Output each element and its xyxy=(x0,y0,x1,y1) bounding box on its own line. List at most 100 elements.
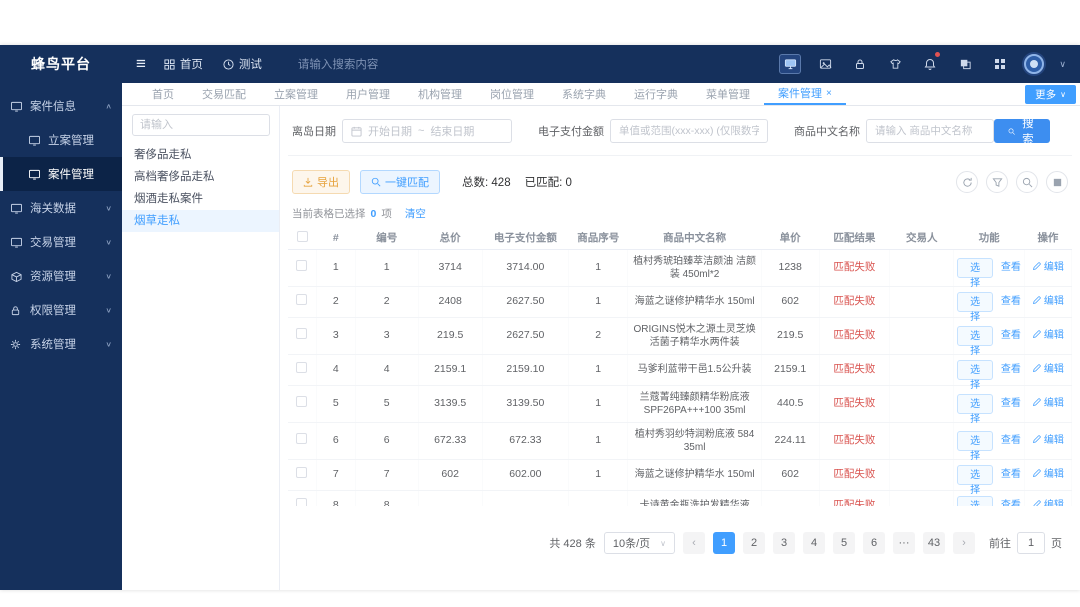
refresh-icon[interactable] xyxy=(956,171,978,193)
edit-link[interactable]: 编辑 xyxy=(1032,398,1064,409)
theme-icon[interactable] xyxy=(884,54,906,74)
tab-菜单管理[interactable]: 菜单管理 xyxy=(692,83,764,105)
edit-link[interactable]: 编辑 xyxy=(1032,296,1064,307)
select-all-checkbox[interactable] xyxy=(296,230,308,242)
row-checkbox[interactable] xyxy=(296,498,308,506)
monitor-icon[interactable] xyxy=(779,54,802,74)
sidebar-item-系统管理[interactable]: 系统管理 ∨ xyxy=(0,327,122,361)
view-link[interactable]: 查看 xyxy=(1001,295,1021,308)
copy-icon[interactable] xyxy=(954,54,976,74)
hamburger-icon[interactable]: ≡ xyxy=(136,54,146,74)
tab-岗位管理[interactable]: 岗位管理 xyxy=(476,83,548,105)
page-button-3[interactable]: 3 xyxy=(773,532,795,554)
case-category-高档奢侈品走私[interactable]: 高档奢侈品走私 xyxy=(122,166,279,188)
view-link[interactable]: 查看 xyxy=(1001,329,1021,342)
view-link[interactable]: 查看 xyxy=(1001,499,1021,506)
tab-立案管理[interactable]: 立案管理 xyxy=(260,83,332,105)
sidebar-item-交易管理[interactable]: 交易管理 ∨ xyxy=(0,225,122,259)
filter-icon[interactable] xyxy=(986,171,1008,193)
view-link[interactable]: 查看 xyxy=(1001,363,1021,376)
sidebar-item-label: 案件信息 xyxy=(30,101,76,113)
topnav-home[interactable]: 首页 xyxy=(164,56,203,72)
row-checkbox[interactable] xyxy=(296,328,308,339)
sidebar-item-立案管理[interactable]: 立案管理 xyxy=(0,123,122,157)
case-category-烟酒走私案件[interactable]: 烟酒走私案件 xyxy=(122,188,279,210)
product-name-input[interactable] xyxy=(866,119,994,143)
case-search-input[interactable] xyxy=(132,114,270,136)
prev-page-button[interactable]: ‹ xyxy=(683,532,705,554)
bell-icon[interactable] xyxy=(919,52,941,74)
tab-交易匹配[interactable]: 交易匹配 xyxy=(188,83,260,105)
close-icon[interactable]: × xyxy=(826,88,832,99)
tab-案件管理[interactable]: 案件管理 × xyxy=(764,83,846,105)
sidebar-item-案件管理[interactable]: 案件管理 xyxy=(0,157,122,191)
one-click-match-button[interactable]: 一键匹配 xyxy=(360,170,440,194)
sidebar-item-海关数据[interactable]: 海关数据 ∨ xyxy=(0,191,122,225)
zoom-icon[interactable] xyxy=(1016,171,1038,193)
edit-link[interactable]: 编辑 xyxy=(1032,330,1064,341)
view-link[interactable]: 查看 xyxy=(1001,261,1021,274)
tab-首页[interactable]: 首页 xyxy=(138,83,188,105)
next-page-button[interactable]: › xyxy=(953,532,975,554)
select-button[interactable]: 选择 xyxy=(957,495,993,506)
edit-link[interactable]: 编辑 xyxy=(1032,364,1064,375)
row-checkbox[interactable] xyxy=(296,260,308,271)
apps-icon[interactable] xyxy=(989,54,1011,74)
view-link[interactable]: 查看 xyxy=(1001,434,1021,447)
select-button[interactable]: 选择 xyxy=(957,430,993,462)
tab-用户管理[interactable]: 用户管理 xyxy=(332,83,404,105)
search-icon xyxy=(371,177,381,187)
edit-link[interactable]: 编辑 xyxy=(1032,435,1064,446)
select-button[interactable]: 选择 xyxy=(957,257,993,289)
cell-operation: 编辑 xyxy=(1024,490,1072,506)
select-button[interactable]: 选择 xyxy=(957,291,993,323)
case-category-奢侈品走私[interactable]: 奢侈品走私 xyxy=(122,144,279,166)
page-size-select[interactable]: 10条/页 ∨ xyxy=(603,532,675,554)
lock-icon[interactable] xyxy=(849,54,871,74)
select-button[interactable]: 选择 xyxy=(957,393,993,425)
row-checkbox[interactable] xyxy=(296,362,308,373)
clear-selection-link[interactable]: 清空 xyxy=(405,206,426,221)
sidebar-item-权限管理[interactable]: 权限管理 ∨ xyxy=(0,293,122,327)
avatar[interactable] xyxy=(1024,54,1045,74)
edit-link[interactable]: 编辑 xyxy=(1032,469,1064,480)
page-button-4[interactable]: 4 xyxy=(803,532,825,554)
page-button-6[interactable]: 6 xyxy=(863,532,885,554)
view-link[interactable]: 查看 xyxy=(1001,397,1021,410)
row-checkbox[interactable] xyxy=(296,467,308,478)
more-tabs-button[interactable]: 更多 ∨ xyxy=(1025,85,1076,104)
global-search-input[interactable]: 请输入搜索内容 xyxy=(298,56,379,72)
date-range-picker[interactable]: 开始日期 ~ 结束日期 xyxy=(342,119,512,143)
tab-机构管理[interactable]: 机构管理 xyxy=(404,83,476,105)
cell-unit-price: 224.11 xyxy=(761,422,820,460)
case-category-烟草走私[interactable]: 烟草走私 xyxy=(122,210,279,232)
sidebar-item-资源管理[interactable]: 资源管理 ∨ xyxy=(0,259,122,293)
select-button[interactable]: 选择 xyxy=(957,464,993,496)
edit-link[interactable]: 编辑 xyxy=(1032,262,1064,273)
page-button-2[interactable]: 2 xyxy=(743,532,765,554)
search-button[interactable]: 搜索 xyxy=(994,118,1050,146)
tab-系统字典[interactable]: 系统字典 xyxy=(548,83,620,105)
select-button[interactable]: 选择 xyxy=(957,325,993,357)
tab-运行字典[interactable]: 运行字典 xyxy=(620,83,692,105)
row-checkbox[interactable] xyxy=(296,396,308,407)
cell-function: 选择 查看 xyxy=(953,286,1025,323)
view-link[interactable]: 查看 xyxy=(1001,468,1021,481)
sidebar-item-案件信息[interactable]: 案件信息 ∧ xyxy=(0,89,122,123)
topnav-test[interactable]: 测试 xyxy=(223,56,262,72)
page-button-1[interactable]: 1 xyxy=(713,532,735,554)
cell-function: 选择 查看 xyxy=(953,422,1025,462)
page-button-5[interactable]: 5 xyxy=(833,532,855,554)
export-button[interactable]: 导出 xyxy=(292,170,350,194)
select-button[interactable]: 选择 xyxy=(957,359,993,391)
screenshot-icon[interactable] xyxy=(814,54,836,74)
amount-input[interactable] xyxy=(610,119,768,143)
page-button-43[interactable]: 43 xyxy=(923,532,945,554)
row-checkbox[interactable] xyxy=(296,294,308,305)
goto-page-input[interactable] xyxy=(1017,532,1045,554)
column-settings-icon[interactable] xyxy=(1046,171,1068,193)
chevron-down-icon[interactable]: ∨ xyxy=(1059,59,1066,70)
row-checkbox[interactable] xyxy=(296,433,308,444)
chevron-down-icon: ∨ xyxy=(105,271,112,280)
cell-trader xyxy=(889,286,955,318)
